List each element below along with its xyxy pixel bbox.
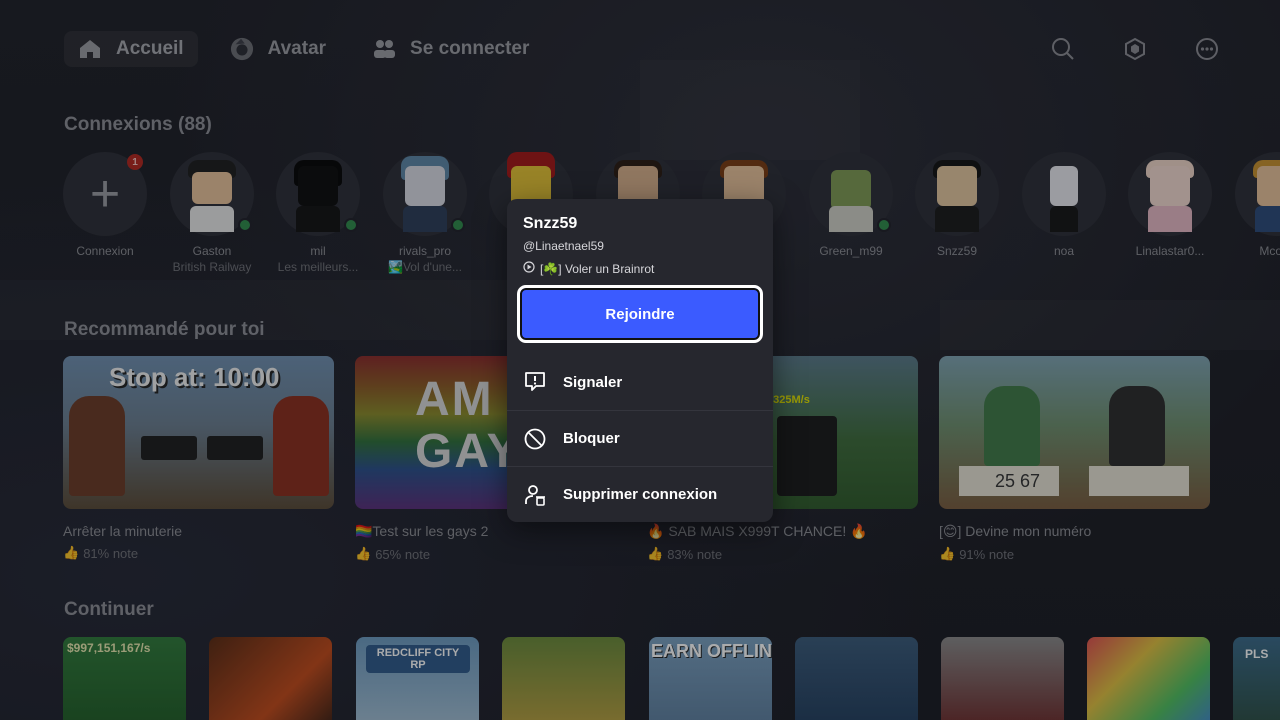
friend-context-popup: Snzz59 @Linaetnael59 [☘️] Voler un Brain…	[507, 199, 773, 522]
menu-item-label: Signaler	[563, 373, 623, 391]
menu-item-report[interactable]: Signaler	[507, 354, 773, 410]
join-button[interactable]: Rejoindre	[517, 285, 763, 343]
popup-game-name: [☘️] Voler un Brainrot	[540, 261, 655, 276]
play-icon	[523, 261, 535, 276]
block-icon	[523, 427, 547, 451]
menu-item-label: Supprimer connexion	[563, 486, 718, 503]
menu-item-remove-connection[interactable]: Supprimer connexion	[507, 466, 773, 522]
menu-item-block[interactable]: Bloquer	[507, 410, 773, 466]
menu-item-label: Bloquer	[563, 430, 620, 447]
popup-current-game[interactable]: [☘️] Voler un Brainrot	[523, 261, 654, 276]
remove-connection-icon	[523, 483, 547, 507]
popup-display-name: Snzz59	[523, 215, 578, 232]
popup-username: @Linaetnael59	[523, 239, 604, 253]
popup-menu: Signaler Bloquer Supprimer connexion	[507, 354, 773, 522]
report-icon	[523, 370, 547, 394]
